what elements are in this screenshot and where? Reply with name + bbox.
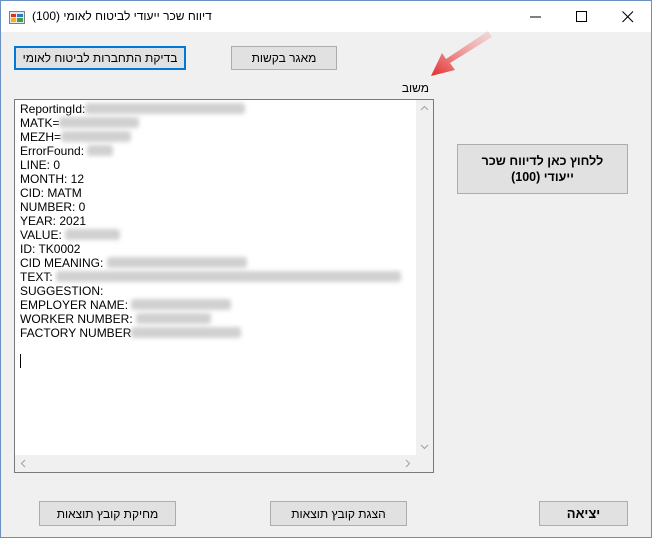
chevron-left-icon — [20, 459, 26, 468]
response-line-text: VALUE: — [20, 228, 66, 242]
response-line-text: TEXT: — [20, 270, 57, 284]
exit-button[interactable]: יציאה — [539, 501, 628, 526]
minimize-button[interactable] — [513, 1, 559, 32]
redacted-value — [106, 257, 247, 268]
send-report-button[interactable]: ללחוץ כאן לדיווח שכר ייעודי (100) — [457, 144, 628, 194]
redacted-value — [56, 271, 402, 282]
check-connection-button[interactable]: בדיקת התחברות לביטוח לאומי — [14, 46, 186, 70]
show-results-button[interactable]: הצגת קובץ תוצאות — [270, 501, 407, 526]
response-line-text: SUGGESTION: — [20, 284, 104, 298]
response-line: CID: MATM — [20, 186, 401, 200]
response-line-text: ReportingId: — [20, 102, 86, 116]
chevron-right-icon — [405, 459, 411, 468]
redacted-value — [85, 103, 246, 114]
response-line: CID MEANING: — [20, 256, 401, 270]
scroll-down-button[interactable] — [416, 438, 433, 455]
response-line: NUMBER: 0 — [20, 200, 401, 214]
scroll-corner — [416, 455, 433, 472]
response-line-text: ErrorFound: — [20, 144, 88, 158]
response-line-text: MONTH: 12 — [20, 172, 85, 186]
response-line: VALUE: — [20, 228, 401, 242]
response-line: ID: TK0002 — [20, 242, 401, 256]
response-line-text: CID: MATM — [20, 186, 82, 200]
chevron-up-icon — [420, 105, 429, 111]
response-line-text: FACTORY NUMBER — [20, 326, 132, 340]
redacted-value — [136, 313, 212, 324]
response-line: SUGGESTION: — [20, 284, 401, 298]
minimize-icon — [530, 16, 541, 18]
redacted-value — [131, 327, 242, 338]
response-textbox[interactable]: ReportingId: MATK= MEZH= ErrorFound: LINE: … — [14, 99, 434, 473]
response-line-text: MEZH= — [20, 130, 62, 144]
response-line-text: NUMBER: 0 — [20, 200, 86, 214]
response-line: TEXT: — [20, 270, 402, 284]
response-line: FACTORY NUMBER — [20, 326, 401, 340]
title-bar[interactable]: דיווח שכר ייעודי לביטוח לאומי (100) — [1, 1, 651, 32]
response-line: ReportingId: — [20, 102, 401, 116]
response-line: WORKER NUMBER: — [20, 312, 401, 326]
delete-results-button[interactable]: מחיקת קובץ תוצאות — [39, 501, 176, 526]
redacted-value — [59, 117, 140, 128]
response-line-text: EMPLOYER NAME: — [20, 298, 132, 312]
chevron-down-icon — [420, 444, 429, 450]
redacted-value — [65, 229, 121, 240]
text-caret — [20, 354, 21, 368]
response-label: משוב — [401, 81, 429, 95]
response-line-text: LINE: 0 — [20, 158, 61, 172]
contacts-db-button[interactable]: מאגר בקשות — [231, 46, 337, 70]
scroll-right-button[interactable] — [399, 455, 416, 472]
response-line-text: CID MEANING: — [20, 256, 107, 270]
window-title: דיווח שכר ייעודי לביטוח לאומי (100) — [32, 9, 212, 23]
response-line-text: ID: TK0002 — [20, 242, 81, 256]
response-line-text: YEAR: 2021 — [20, 214, 87, 228]
response-line: MATK= — [20, 116, 401, 130]
response-line: MEZH= — [20, 130, 401, 144]
response-line: LINE: 0 — [20, 158, 401, 172]
response-line-text: WORKER NUMBER: — [20, 312, 137, 326]
maximize-button[interactable] — [559, 1, 605, 32]
red-arrow-icon — [431, 31, 492, 76]
response-line: MONTH: 12 — [20, 172, 401, 186]
app-icon — [9, 11, 25, 24]
redacted-value — [131, 299, 232, 310]
response-line: ErrorFound: — [20, 144, 401, 158]
response-line-text: MATK= — [20, 116, 60, 130]
vertical-scrollbar[interactable] — [416, 100, 433, 455]
redacted-value — [87, 145, 114, 156]
horizontal-scrollbar[interactable] — [15, 455, 416, 472]
close-icon — [622, 11, 634, 23]
response-line: YEAR: 2021 — [20, 214, 401, 228]
scroll-left-button[interactable] — [15, 455, 32, 472]
redacted-value — [61, 131, 132, 142]
maximize-icon — [576, 11, 587, 22]
response-line: EMPLOYER NAME: — [20, 298, 401, 312]
scroll-up-button[interactable] — [416, 100, 433, 117]
main-window: דיווח שכר ייעודי לביטוח לאומי (100) בדיק… — [0, 0, 652, 538]
response-text: ReportingId: MATK= MEZH= ErrorFound: LINE: … — [20, 102, 402, 340]
close-button[interactable] — [605, 1, 651, 32]
